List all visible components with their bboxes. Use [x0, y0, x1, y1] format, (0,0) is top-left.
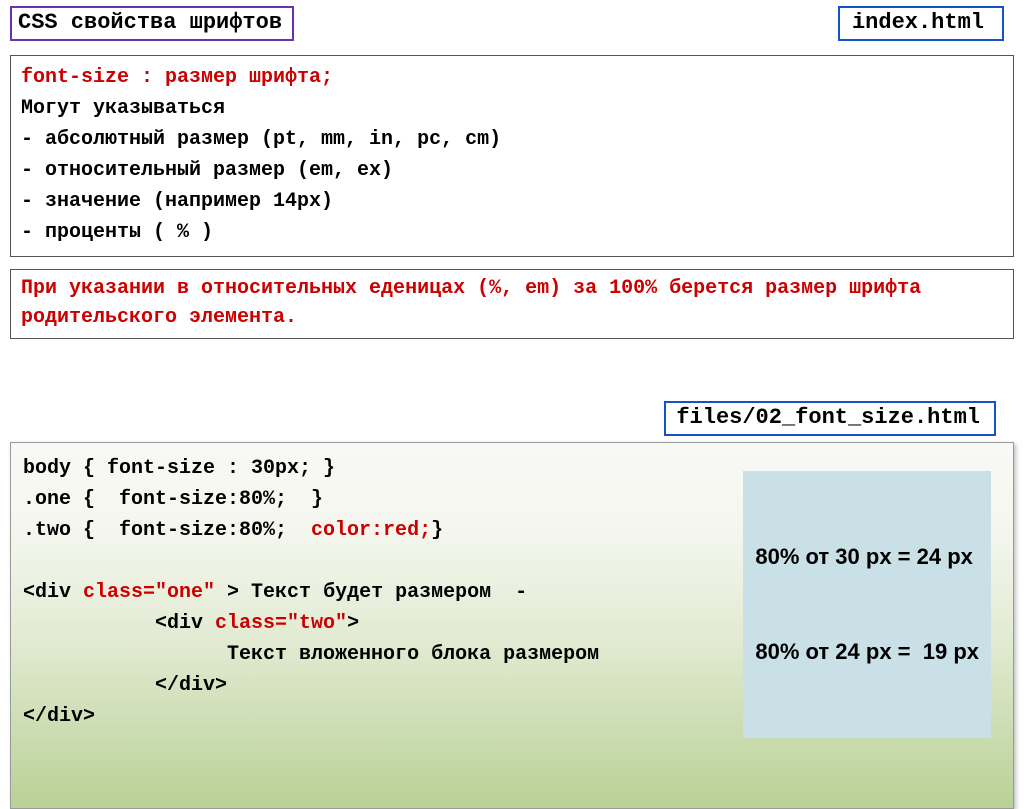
code-line-5b: class="two"	[215, 612, 347, 635]
filename2-row: files/02_font_size.html	[10, 401, 1014, 436]
code-example-block: body { font-size : 30px; } .one { font-s…	[10, 442, 1014, 809]
code-line-4c: > Текст будет размером -	[227, 581, 527, 604]
syntax-item-4: - проценты ( % )	[21, 217, 1003, 248]
code-line-2: .one { font-size:80%; }	[23, 488, 323, 511]
code-line-6: Текст вложенного блока размером	[23, 643, 599, 666]
filename-label-1: index.html	[838, 6, 1004, 41]
code-line-8: </div>	[23, 705, 95, 728]
code-line-1: body { font-size : 30px; }	[23, 457, 335, 480]
syntax-item-3: - значение (например 14px)	[21, 186, 1003, 217]
code-blank	[23, 550, 35, 573]
calculation-badge: 80% от 30 px = 24 px 80% от 24 px = 19 p…	[743, 471, 991, 738]
syntax-item-1: - абсолютный размер (pt, mm, in, pc, cm)	[21, 124, 1003, 155]
syntax-description-box: font-size : размер шрифта; Могут указыва…	[10, 55, 1014, 257]
page-title: CSS свойства шрифтов	[10, 6, 294, 41]
code-line-5a: <div	[23, 612, 215, 635]
code-line-3b: color:red;	[311, 519, 431, 542]
code-line-5c: >	[347, 612, 359, 635]
code-line-3a: .two { font-size:80%;	[23, 519, 311, 542]
code-line-7: </div>	[23, 674, 227, 697]
calc-line-1: 80% от 30 px = 24 px	[755, 541, 979, 573]
filename-label-2: files/02_font_size.html	[664, 401, 996, 436]
syntax-item-2: - относительный размер (em, ex)	[21, 155, 1003, 186]
syntax-subhead: Могут указываться	[21, 93, 1003, 124]
code-line-4a: <div	[23, 581, 83, 604]
document-page: CSS свойства шрифтов index.html font-siz…	[0, 0, 1024, 767]
code-line-4b: class="one"	[83, 581, 227, 604]
calc-line-2: 80% от 24 px = 19 px	[755, 636, 979, 668]
code-line-3c: }	[431, 519, 443, 542]
relative-units-note: При указании в относительных еденицах (%…	[10, 269, 1014, 339]
property-line: font-size : размер шрифта;	[21, 62, 1003, 93]
header-row: CSS свойства шрифтов index.html	[10, 6, 1014, 41]
